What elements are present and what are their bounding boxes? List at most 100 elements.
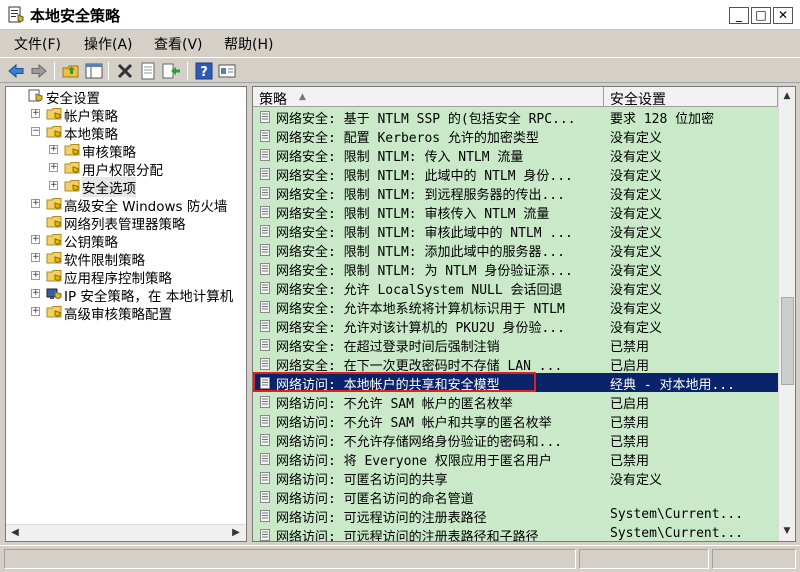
expand-icon[interactable]: + <box>31 253 40 262</box>
properties-icon[interactable] <box>138 61 158 81</box>
console-tree[interactable]: 安全设置 + 帐户策略 − 本地策略 + 审核策略 + 用户权限分配 + 安全选项 + 高级安全 Win… <box>5 86 247 542</box>
menu-file[interactable]: 文件(F) <box>14 34 61 54</box>
list-item[interactable]: 网络安全: 限制 NTLM: 到远程服务器的传出... 没有定义 <box>253 183 778 203</box>
policy-icon <box>260 358 270 370</box>
policy-setting: 没有定义 <box>610 131 663 146</box>
list-item[interactable]: 网络安全: 限制 NTLM: 添加此域中的服务器... 没有定义 <box>253 240 778 260</box>
expand-icon[interactable]: + <box>31 271 40 280</box>
status-bar <box>0 545 800 572</box>
policy-name: 网络访问: 可匿名访问的命名管道 <box>276 492 474 507</box>
expand-icon[interactable]: + <box>31 235 40 244</box>
tree-item[interactable]: + 安全选项 <box>6 177 246 197</box>
tree-item-label: 高级安全 Windows 防火墙 <box>64 199 228 215</box>
list-item[interactable]: 网络安全: 在下一次更改密码时不存储 LAN ... 已启用 <box>253 354 778 374</box>
policy-icon <box>260 244 270 256</box>
column-setting[interactable]: 安全设置 <box>610 89 666 109</box>
expand-icon[interactable]: + <box>31 109 40 118</box>
list-item[interactable]: 网络安全: 限制 NTLM: 传入 NTLM 流量 没有定义 <box>253 145 778 165</box>
tree-item[interactable]: + 公钥策略 <box>6 231 246 251</box>
help-icon[interactable]: ? <box>194 61 214 81</box>
tree-item[interactable]: + 软件限制策略 <box>6 249 246 269</box>
list-item[interactable]: 网络访问: 不允许存储网络身份验证的密码和... 已禁用 <box>253 430 778 450</box>
list-item[interactable]: 网络访问: 可远程访问的注册表路径和子路径 System\Current... <box>253 525 778 541</box>
policy-icon <box>260 320 270 332</box>
scroll-down-icon[interactable]: ▼ <box>781 525 793 537</box>
list-item[interactable]: 网络安全: 基于 NTLM SSP 的(包括安全 RPC... 要求 128 位加… <box>253 107 778 127</box>
list-item[interactable]: 网络安全: 允许对该计算机的 PKU2U 身份验... 没有定义 <box>253 316 778 336</box>
export-list-icon[interactable] <box>161 61 181 81</box>
list-item[interactable]: 网络安全: 允许本地系统将计算机标识用于 NTLM 没有定义 <box>253 297 778 317</box>
scroll-thumb[interactable] <box>781 297 794 385</box>
expand-icon[interactable]: + <box>31 289 40 298</box>
policy-name: 网络安全: 限制 NTLM: 添加此域中的服务器... <box>276 245 565 260</box>
up-folder-icon[interactable] <box>61 61 81 81</box>
list-item[interactable]: 网络安全: 在超过登录时间后强制注销 已禁用 <box>253 335 778 355</box>
list-item[interactable]: 网络安全: 限制 NTLM: 审核此域中的 NTLM ... 没有定义 <box>253 221 778 241</box>
policy-name: 网络访问: 将 Everyone 权限应用于匿名用户 <box>276 454 552 469</box>
back-arrow-icon[interactable] <box>6 61 26 81</box>
list-item[interactable]: 网络访问: 可远程访问的注册表路径 System\Current... <box>253 506 778 526</box>
tree-item[interactable]: + 高级安全 Windows 防火墙 <box>6 195 246 215</box>
tree-item[interactable]: − 本地策略 <box>6 123 246 143</box>
menu-action[interactable]: 操作(A) <box>84 34 133 54</box>
tree-item[interactable]: + 用户权限分配 <box>6 159 246 179</box>
close-button[interactable]: ✕ <box>773 7 793 24</box>
list-vertical-scrollbar[interactable]: ▲ ▼ <box>778 87 795 541</box>
policy-name: 网络安全: 允许 LocalSystem NULL 会话回退 <box>276 283 563 298</box>
expand-icon[interactable]: + <box>49 163 58 172</box>
tree-item-label: 公钥策略 <box>64 235 118 251</box>
expand-icon[interactable]: + <box>49 181 58 190</box>
delete-icon[interactable] <box>115 61 135 81</box>
policy-icon <box>260 339 270 351</box>
tree-item[interactable]: + 帐户策略 <box>6 105 246 125</box>
policy-list[interactable]: 策略 ▲ 安全设置 网络安全: 基于 NTLM SSP 的(包括安全 RPC..… <box>252 86 796 542</box>
list-item[interactable]: 网络安全: 限制 NTLM: 审核传入 NTLM 流量 没有定义 <box>253 202 778 222</box>
policy-icon <box>260 453 270 465</box>
menu-view[interactable]: 查看(V) <box>154 34 203 54</box>
list-item[interactable]: 网络安全: 配置 Kerberos 允许的加密类型 没有定义 <box>253 126 778 146</box>
list-item[interactable]: 网络访问: 可匿名访问的命名管道 <box>253 487 778 507</box>
policy-setting: 已启用 <box>610 397 650 412</box>
tree-item[interactable]: + IP 安全策略，在 本地计算机 <box>6 285 246 305</box>
policy-icon <box>260 263 270 275</box>
policy-setting: 没有定义 <box>610 226 663 241</box>
security-settings-icon <box>28 89 43 102</box>
list-item[interactable]: 网络访问: 可匿名访问的共享 没有定义 <box>253 468 778 488</box>
scroll-up-icon[interactable]: ▲ <box>781 90 793 102</box>
forward-arrow-icon[interactable] <box>29 61 49 81</box>
tree-item[interactable]: 网络列表管理器策略 <box>6 213 246 233</box>
view-icon[interactable] <box>217 61 237 81</box>
tree-item-label: 网络列表管理器策略 <box>64 217 186 233</box>
maximize-button[interactable]: □ <box>751 7 771 24</box>
list-item[interactable]: 网络安全: 限制 NTLM: 为 NTLM 身份验证添... 没有定义 <box>253 259 778 279</box>
collapse-icon[interactable]: − <box>31 127 40 136</box>
list-item[interactable]: 网络访问: 本地帐户的共享和安全模型 经典 - 对本地用... <box>253 373 778 393</box>
expand-icon[interactable]: + <box>31 199 40 208</box>
title-bar: 本地安全策略 _ □ ✕ <box>0 0 800 30</box>
tree-item[interactable]: 安全设置 <box>6 87 246 107</box>
menu-help[interactable]: 帮助(H) <box>224 34 273 54</box>
show-hide-console-tree-icon[interactable] <box>84 61 104 81</box>
tree-item[interactable]: + 应用程序控制策略 <box>6 267 246 287</box>
expand-icon[interactable]: + <box>31 307 40 316</box>
tree-item-label: 应用程序控制策略 <box>64 271 172 287</box>
policy-icon <box>260 187 270 199</box>
tree-item[interactable]: + 审核策略 <box>6 141 246 161</box>
list-item[interactable]: 网络安全: 允许 LocalSystem NULL 会话回退 没有定义 <box>253 278 778 298</box>
scroll-left-icon[interactable]: ◀ <box>9 527 21 539</box>
ip-security-icon <box>46 288 62 299</box>
list-item[interactable]: 网络安全: 限制 NTLM: 此域中的 NTLM 身份... 没有定义 <box>253 164 778 184</box>
scroll-right-icon[interactable]: ▶ <box>230 527 242 539</box>
folder-icon <box>46 216 62 228</box>
list-item[interactable]: 网络访问: 不允许 SAM 帐户和共享的匿名枚举 已禁用 <box>253 411 778 431</box>
policy-setting: 已禁用 <box>610 340 650 355</box>
list-item[interactable]: 网络访问: 将 Everyone 权限应用于匿名用户 已禁用 <box>253 449 778 469</box>
policy-setting: 已禁用 <box>610 416 650 431</box>
list-item[interactable]: 网络访问: 不允许 SAM 帐户的匿名枚举 已启用 <box>253 392 778 412</box>
minimize-button[interactable]: _ <box>729 7 749 24</box>
policy-icon <box>260 111 270 123</box>
expand-icon[interactable]: + <box>49 145 58 154</box>
column-policy[interactable]: 策略 <box>259 89 287 109</box>
tree-horizontal-scrollbar[interactable]: ◀ ▶ <box>6 524 246 541</box>
tree-item[interactable]: + 高级审核策略配置 <box>6 303 246 323</box>
